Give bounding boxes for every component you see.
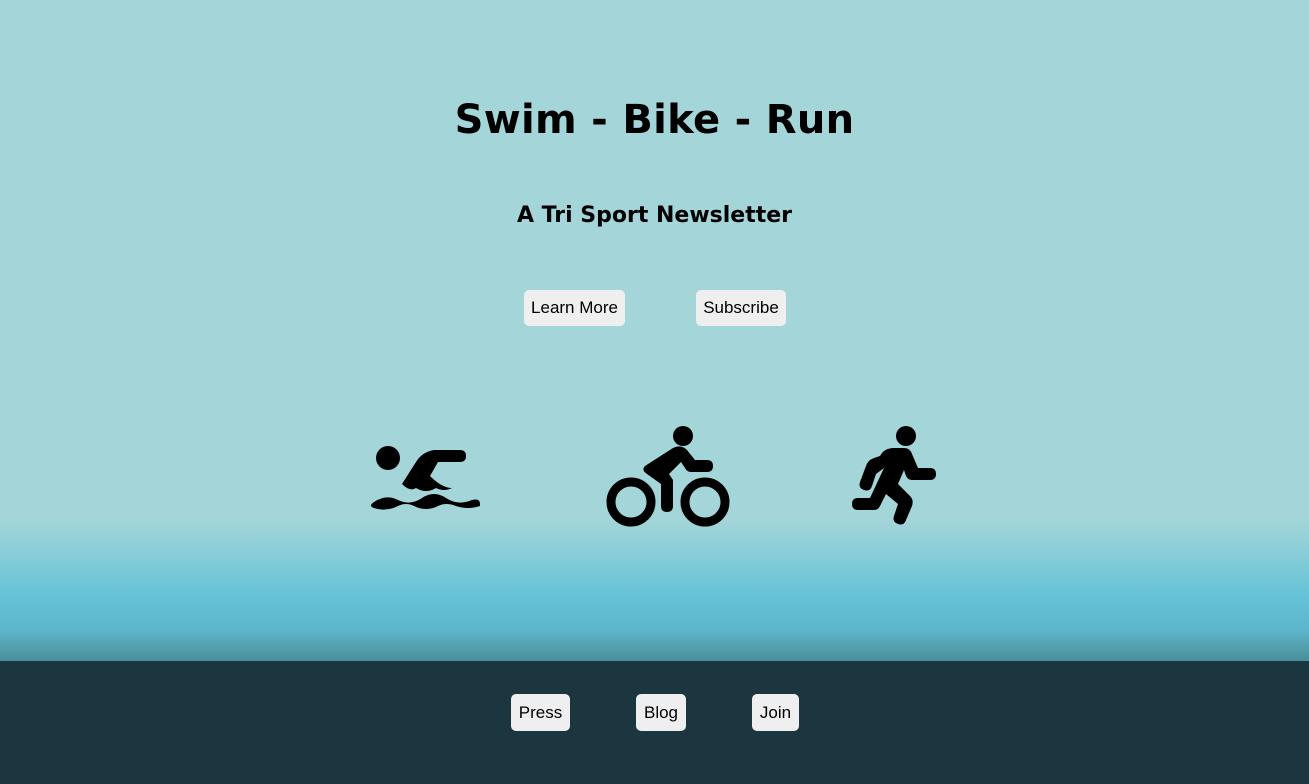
footer: Press Blog Join (0, 661, 1309, 784)
cyclist-icon (606, 426, 730, 527)
join-link[interactable]: Join (752, 694, 799, 731)
subscribe-button[interactable]: Subscribe (696, 290, 786, 326)
press-link[interactable]: Press (511, 694, 570, 731)
page-subtitle: A Tri Sport Newsletter (516, 203, 793, 228)
page: Swim - Bike - Run A Tri Sport Newsletter… (0, 0, 1309, 784)
runner-icon (852, 426, 936, 525)
learn-more-button[interactable]: Learn More (524, 290, 625, 326)
page-title: Swim - Bike - Run (454, 97, 855, 143)
swimmer-icon (371, 446, 480, 510)
blog-link[interactable]: Blog (636, 694, 686, 731)
hero-section: Swim - Bike - Run A Tri Sport Newsletter… (0, 0, 1309, 661)
